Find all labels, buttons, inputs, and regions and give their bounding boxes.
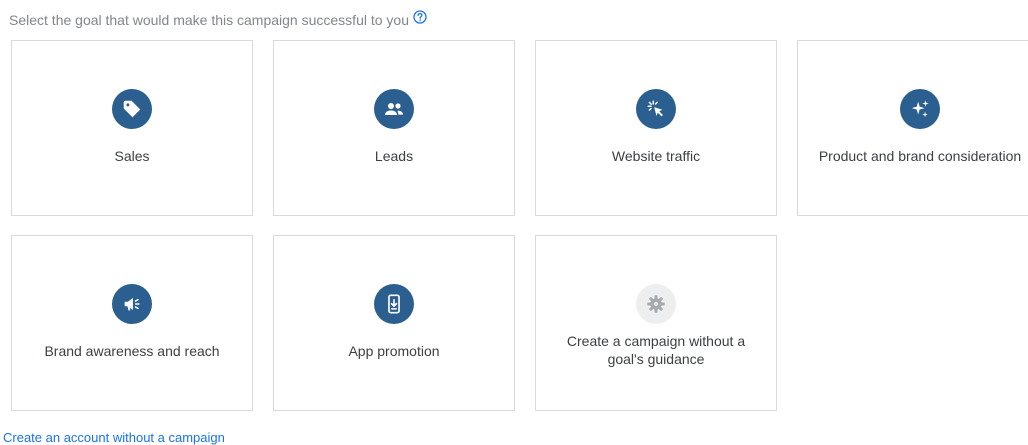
cursor-click-icon (636, 89, 676, 129)
help-circle-icon[interactable] (413, 10, 427, 24)
goal-card-product-brand-consideration[interactable]: Product and brand consideration (797, 40, 1028, 216)
goal-card-label: App promotion (348, 343, 440, 359)
goal-card-label: Brand awareness and reach (44, 343, 220, 359)
people-icon (374, 89, 414, 129)
create-account-without-campaign-link[interactable]: Create an account without a campaign (3, 430, 225, 445)
goal-card-label: Website traffic (611, 148, 701, 164)
goal-card-leads[interactable]: Leads (273, 40, 515, 216)
goal-card-label: Create a campaign without a goal's guida… (566, 333, 746, 367)
sparkle-icon (900, 89, 940, 129)
goal-card-website-traffic[interactable]: Website traffic (535, 40, 777, 216)
megaphone-icon (112, 284, 152, 324)
gear-icon (636, 284, 676, 324)
goal-card-brand-awareness[interactable]: Brand awareness and reach (11, 235, 253, 411)
goal-selection-header: Select the goal that would make this cam… (9, 10, 427, 28)
tag-icon (112, 89, 152, 129)
goal-card-app-promotion[interactable]: App promotion (273, 235, 515, 411)
goal-card-label: Product and brand consideration (818, 148, 1022, 164)
mobile-download-icon (374, 284, 414, 324)
goal-card-no-guidance[interactable]: Create a campaign without a goal's guida… (535, 235, 777, 411)
goal-card-sales[interactable]: Sales (11, 40, 253, 216)
goal-card-label: Leads (374, 148, 414, 164)
page-title: Select the goal that would make this cam… (9, 12, 409, 28)
goal-card-label: Sales (114, 148, 150, 164)
